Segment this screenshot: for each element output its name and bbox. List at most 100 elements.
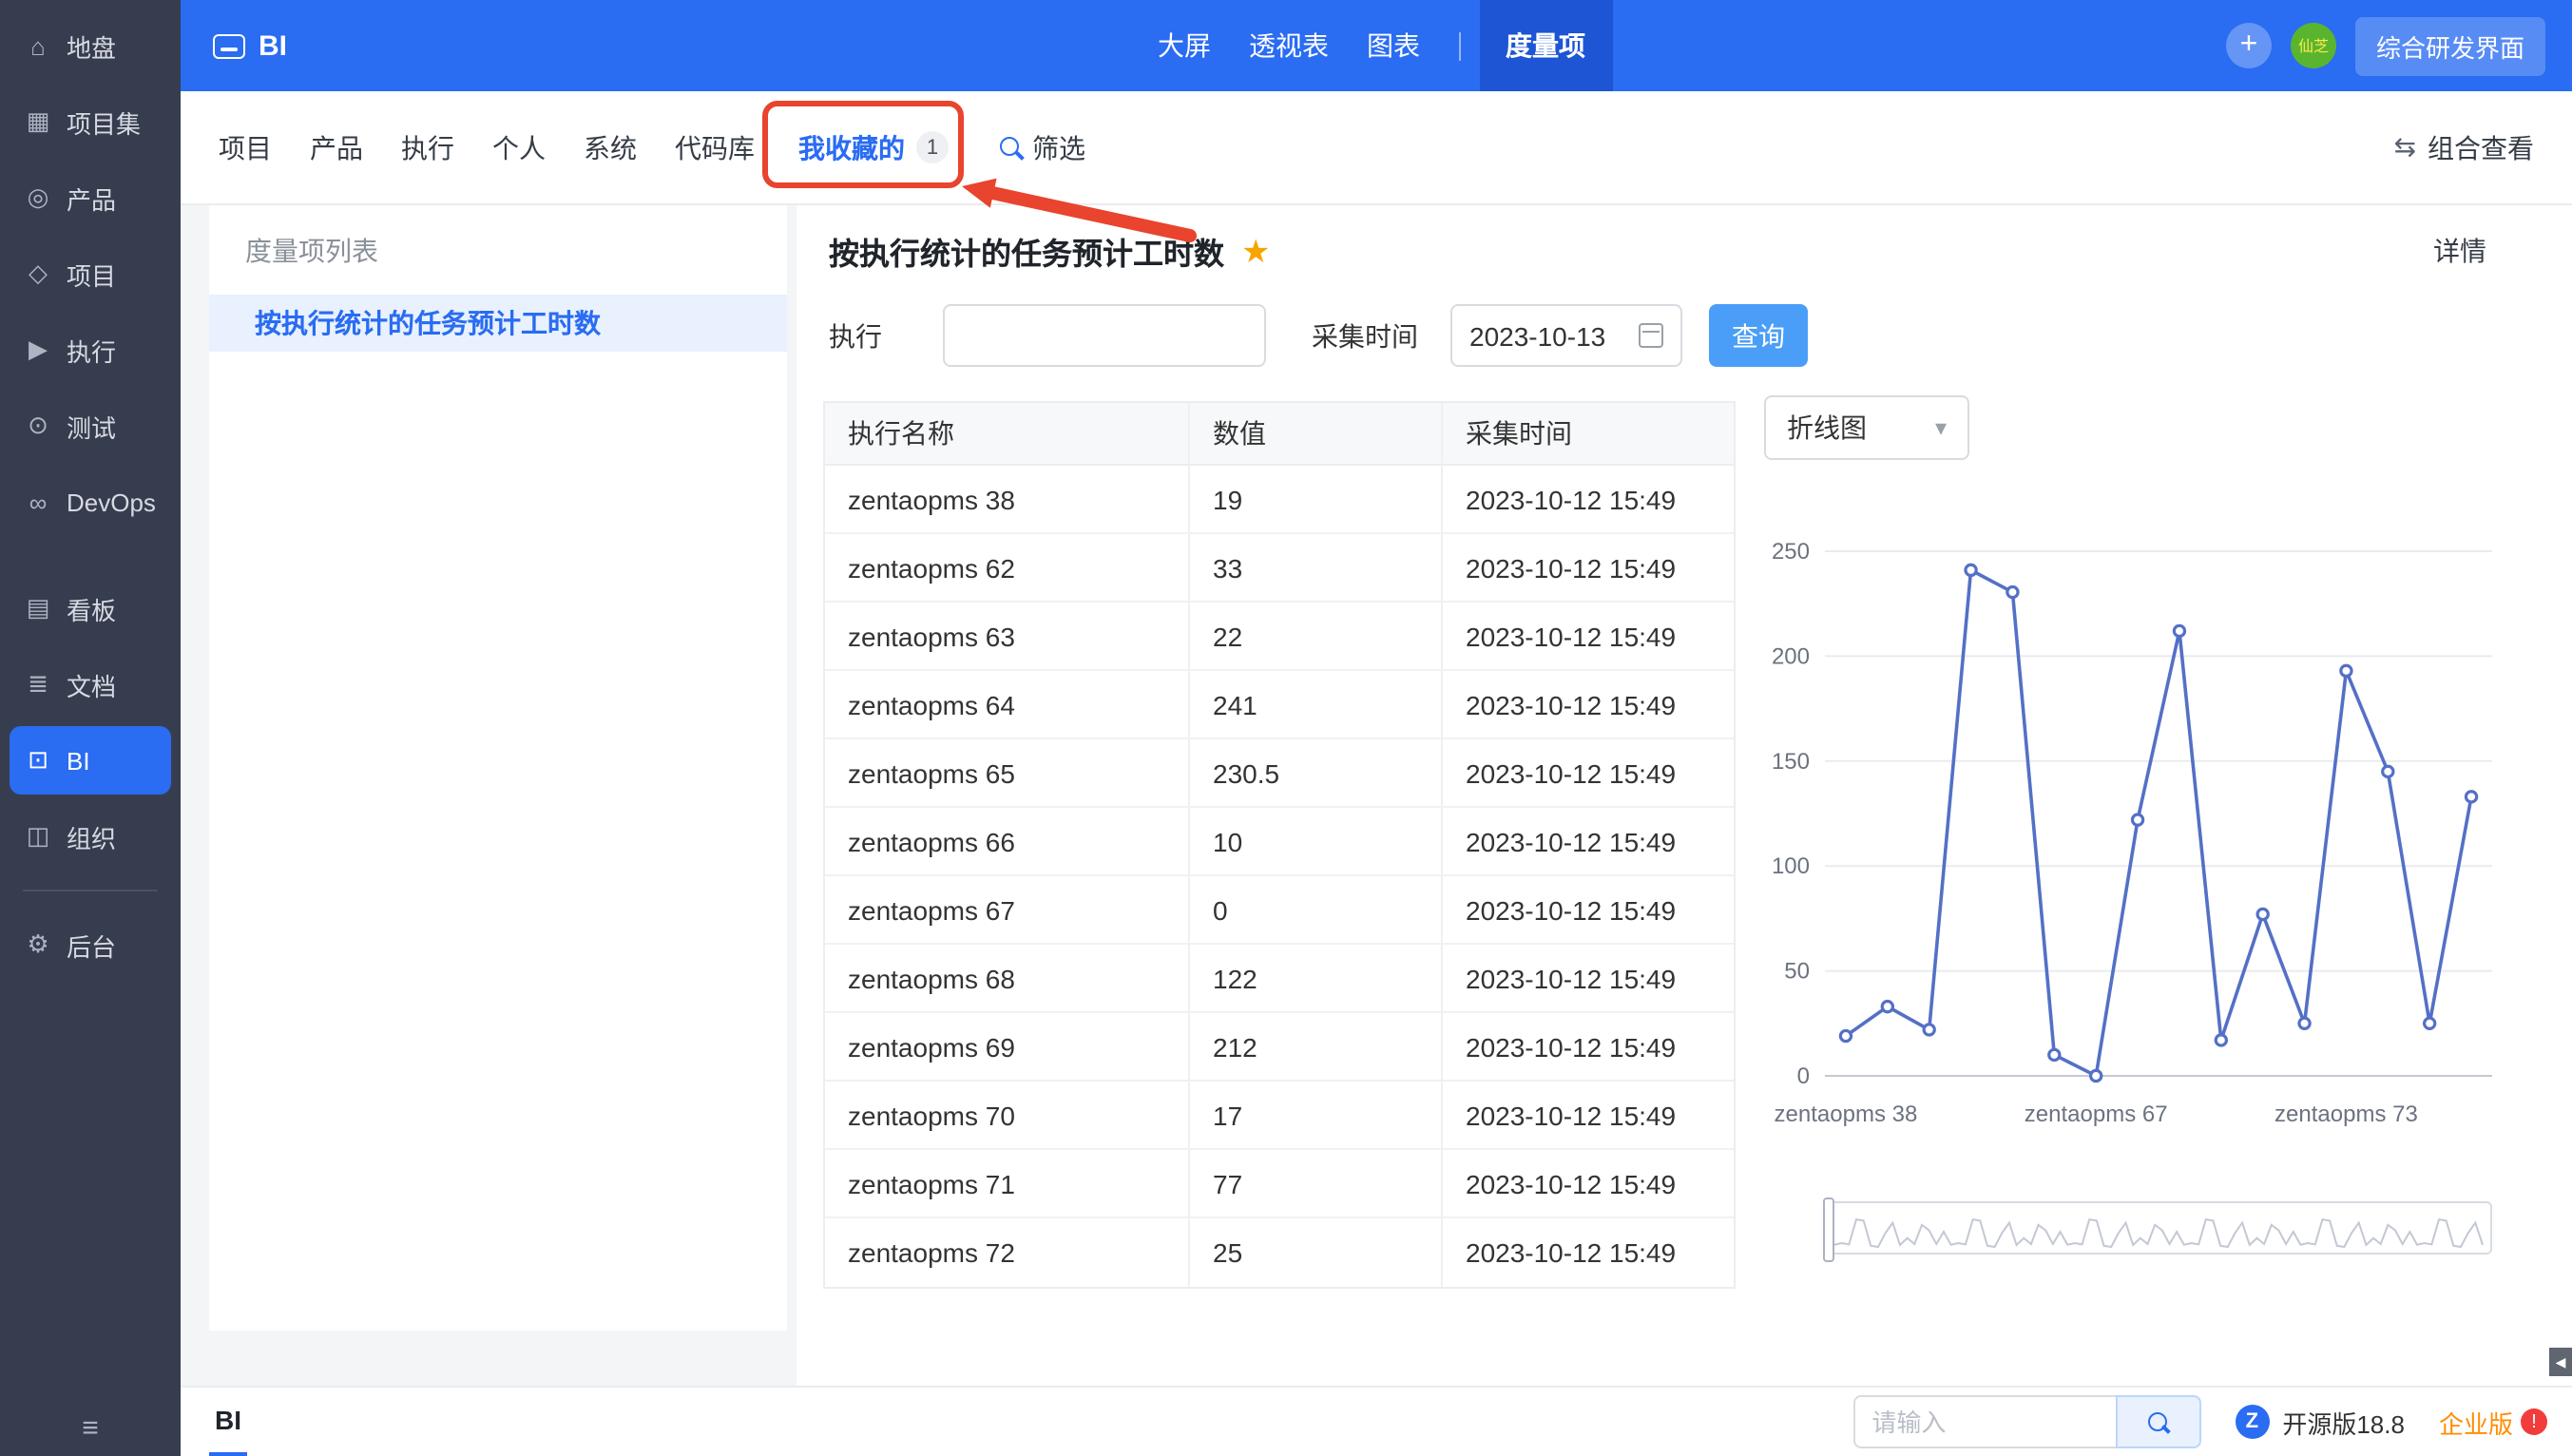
tab-repo[interactable]: 代码库 [656,128,774,166]
footer-search [1852,1395,2200,1448]
table-cell: zentaopms 64 [825,671,1190,738]
workspace-button[interactable]: 综合研发界面 [2355,16,2545,75]
sidebar-item-admin[interactable]: ⚙ 后台 [0,907,181,983]
sidebar-item-label: 项目 [67,256,116,292]
sidebar-item-label: 文档 [67,666,116,702]
sidebar-item-project[interactable]: ◇ 项目 [0,236,181,312]
sidebar-item-label: 项目集 [67,104,141,140]
tab-execution[interactable]: 执行 [382,128,473,166]
execution-filter-label: 执行 [829,316,882,354]
table-cell: 2023-10-12 15:49 [1443,603,1734,669]
footer-tab-bi[interactable]: BI [209,1388,247,1456]
table-cell: zentaopms 71 [825,1150,1190,1217]
table-cell: zentaopms 62 [825,534,1190,601]
sidebar-item-kanban[interactable]: ▤ 看板 [0,570,181,646]
table-row: zentaopms 692122023-10-12 15:49 [825,1013,1734,1082]
date-picker[interactable] [1450,304,1682,367]
table-cell: zentaopms 67 [825,876,1190,943]
tab-product[interactable]: 产品 [291,128,382,166]
enterprise-badge: ! [2521,1408,2547,1435]
table-row: zentaopms 38192023-10-12 15:49 [825,466,1734,534]
filter-button[interactable]: 筛选 [973,128,1110,166]
combine-view-button[interactable]: ⇆ 组合查看 [2394,128,2534,166]
svg-text:zentaopms 73: zentaopms 73 [2274,1102,2418,1127]
footer-bar: BI Z 开源版18.8 企业版 ! [181,1386,2572,1456]
tab-system[interactable]: 系统 [565,128,656,166]
sidebar-item-organization[interactable]: ◫ 组织 [0,798,181,874]
tab-personal[interactable]: 个人 [473,128,565,166]
sidebar-item-product[interactable]: ◎ 产品 [0,160,181,236]
table-cell: 122 [1190,945,1443,1011]
favorites-label: 我收藏的 [798,128,905,166]
devops-icon: ∞ [23,488,53,516]
svg-text:zentaopms 38: zentaopms 38 [1775,1102,1918,1127]
filter-label: 筛选 [1032,128,1085,166]
add-button[interactable]: + [2226,23,2272,68]
sidebar-item-testing[interactable]: ⊙ 测试 [0,388,181,464]
bi-logo-icon [213,33,245,58]
scrollbar-arrow[interactable]: ◀ [2549,1348,2572,1376]
plus-icon: + [2240,29,2258,63]
table-cell: 33 [1190,534,1443,601]
datazoom-sparkline [1827,1203,2490,1253]
footer-search-button[interactable] [2115,1395,2200,1448]
table-cell: 230.5 [1190,739,1443,806]
sidebar-collapse-button[interactable]: ≡ [0,1412,181,1445]
table-cell: 212 [1190,1013,1443,1080]
sidebar-item-program[interactable]: ▦ 项目集 [0,84,181,160]
execution-filter-input[interactable] [943,304,1266,367]
zentao-logo-icon: Z [2235,1405,2269,1439]
footer-search-input[interactable] [1852,1395,2115,1448]
table-cell: zentaopms 68 [825,945,1190,1011]
table-cell: 2023-10-12 15:49 [1443,1218,1734,1287]
favorite-star-icon[interactable]: ★ [1241,235,1271,267]
chart-area: 050100150200250zentaopms 38zentaopms 67z… [1756,475,2526,1159]
nav-item-chart[interactable]: 图表 [1348,0,1439,91]
tab-project[interactable]: 项目 [200,128,291,166]
chevron-down-icon: ▾ [1935,414,1947,441]
avatar[interactable]: 仙芝 [2291,23,2336,68]
metric-table: 执行名称 数值 采集时间 zentaopms 38192023-10-12 15… [823,401,1736,1289]
app-logo: BI [213,0,287,91]
column-header-name: 执行名称 [825,403,1190,464]
top-header: BI 大屏 透视表 图表 度量项 + 仙芝 综合研发界面 [0,0,2572,91]
table-cell: 2023-10-12 15:49 [1443,945,1734,1011]
sidebar-item-bi[interactable]: ⊡ BI [10,726,171,795]
nav-item-pivot[interactable]: 透视表 [1230,0,1348,91]
menu-collapse-icon: ≡ [82,1412,99,1445]
chart-type-select[interactable]: 折线图 ▾ [1764,395,1969,460]
version-info[interactable]: Z 开源版18.8 [2235,1404,2405,1440]
main-sidebar: ⌂ 地盘 ▦ 项目集 ◎ 产品 ◇ 项目 ▶ 执行 ⊙ 测试 ∞ DevOps … [0,0,181,1456]
table-row: zentaopms 681222023-10-12 15:49 [825,945,1734,1013]
line-chart: 050100150200250zentaopms 38zentaopms 67z… [1756,475,2526,1159]
enterprise-link[interactable]: 企业版 ! [2439,1404,2547,1440]
date-input[interactable] [1469,320,1629,351]
calendar-icon [1639,323,1663,348]
home-icon: ⌂ [23,31,53,60]
table-cell: 2023-10-12 15:49 [1443,739,1734,806]
search-icon [998,135,1023,160]
datazoom-slider[interactable] [1825,1201,2492,1255]
metric-title: 按执行统计的任务预计工时数 [829,228,1224,274]
sidebar-item-label: DevOps [67,488,156,516]
favorites-count-badge: 1 [916,131,949,163]
nav-item-bigscreen[interactable]: 大屏 [1139,0,1230,91]
sidebar-item-dashboard[interactable]: ⌂ 地盘 [0,8,181,84]
detail-link[interactable]: 详情 [2433,232,2486,270]
datazoom-handle[interactable] [1823,1197,1834,1262]
combine-view-label: 组合查看 [2428,128,2534,166]
metric-list-item[interactable]: 按执行统计的任务预计工时数 [209,295,787,352]
footer-right: Z 开源版18.8 企业版 ! [1852,1395,2547,1448]
sidebar-item-devops[interactable]: ∞ DevOps [0,464,181,540]
table-header-row: 执行名称 数值 采集时间 [825,403,1734,466]
table-row: zentaopms 66102023-10-12 15:49 [825,808,1734,876]
enterprise-label: 企业版 [2439,1404,2513,1440]
tab-my-favorites[interactable]: 我收藏的 1 [774,128,973,166]
sidebar-item-doc[interactable]: ≣ 文档 [0,646,181,722]
svg-text:100: 100 [1772,853,1810,879]
table-cell: zentaopms 65 [825,739,1190,806]
sidebar-item-execution[interactable]: ▶ 执行 [0,312,181,388]
query-button[interactable]: 查询 [1709,304,1808,367]
table-cell: 77 [1190,1150,1443,1217]
nav-item-metrics[interactable]: 度量项 [1479,0,1612,91]
